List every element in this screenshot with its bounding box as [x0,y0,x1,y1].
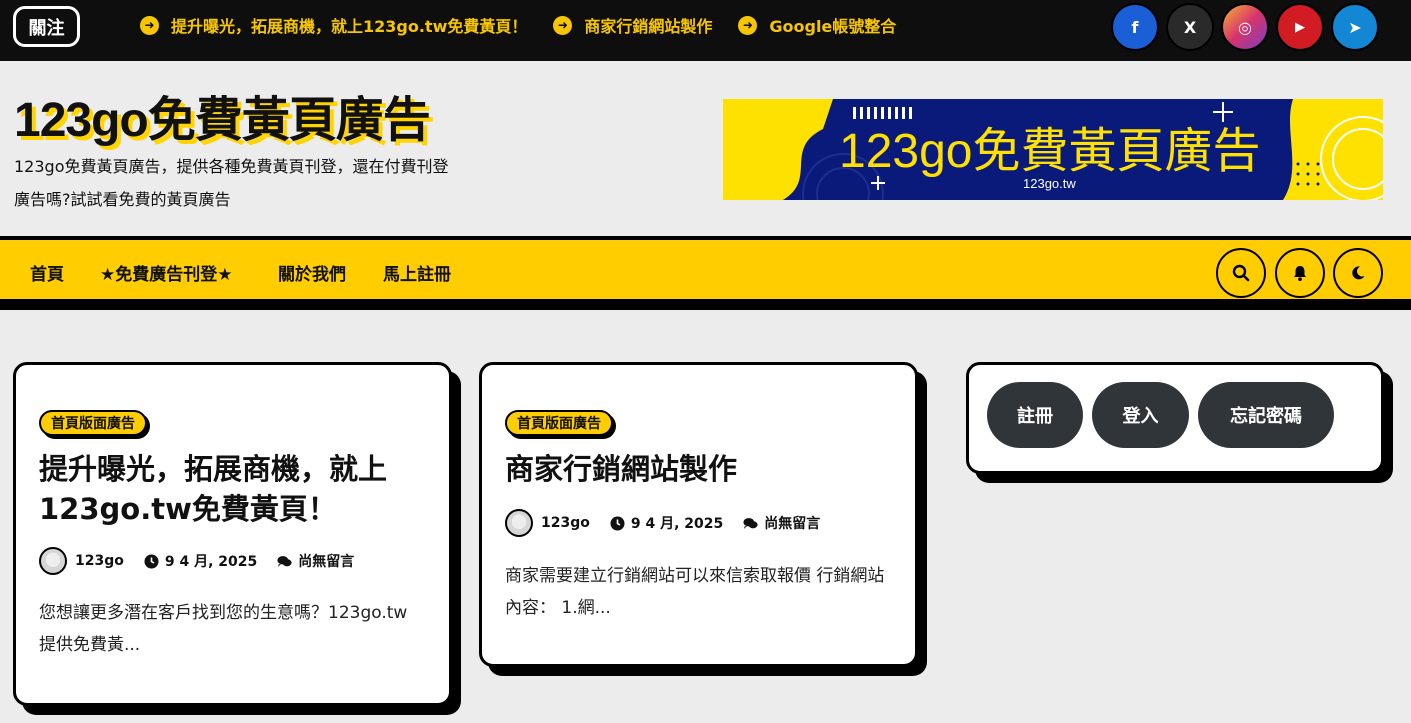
post-date[interactable]: 9 4 月, 2025 [165,551,257,571]
dark-mode-toggle[interactable] [1333,248,1383,298]
register-button[interactable]: 註冊 [987,382,1083,448]
comments-icon [743,516,758,531]
login-button[interactable]: 登入 [1092,382,1189,448]
ticker-item[interactable]: ➜ Google帳號整合 [738,13,896,37]
nav-item-about[interactable]: 關於我們 [278,260,346,285]
post-excerpt: 您想讓更多潛在客戶找到您的生意嗎？123go.tw提供免費黃... [39,603,408,655]
facebook-icon[interactable]: f [1111,3,1159,51]
banner-url: 123go.tw [1023,176,1076,191]
clock-icon [610,516,625,531]
ticker-item-label: 提升曝光，拓展商機，就上123go.tw免費黃頁！ [171,17,528,36]
ticker-item[interactable]: ➜ 提升曝光，拓展商機，就上123go.tw免費黃頁！ [140,13,527,37]
arrow-right-icon: ➜ [738,15,758,35]
moon-icon [1352,266,1365,280]
ticker-item-label: Google帳號整合 [769,17,897,36]
post-card[interactable]: 首頁版面廣告 提升曝光，拓展商機，就上123go.tw免費黃頁！ 123go 9… [13,362,452,706]
clock-icon [144,554,159,569]
youtube-icon[interactable]: ▶ [1276,3,1324,51]
instagram-icon[interactable]: ◎ [1221,3,1269,51]
notification-button[interactable] [1275,248,1325,298]
nav-item-home[interactable]: 首頁 [30,260,64,285]
social-links: f X ◎ ▶ ➤ [1111,3,1386,51]
category-badge[interactable]: 首頁版面廣告 [505,410,613,436]
post-title[interactable]: 提升曝光，拓展商機，就上123go.tw免費黃頁！ [39,449,429,529]
post-date[interactable]: 9 4 月, 2025 [631,513,723,533]
ticker-item[interactable]: ➜ 商家行銷網站製作 [553,13,712,37]
banner-title: 123go免費黃頁廣告 [839,125,1260,178]
avatar[interactable] [505,509,533,537]
search-icon [1232,264,1250,282]
arrow-right-icon: ➜ [140,15,159,35]
telegram-icon[interactable]: ➤ [1331,3,1379,51]
header-banner[interactable]: 123go免費黃頁廣告 123go.tw [723,99,1383,200]
comments-icon [277,554,292,569]
avatar[interactable] [39,547,67,575]
news-ticker: ➜ 提升曝光，拓展商機，就上123go.tw免費黃頁！ ➜ 商家行銷網站製作 ➜… [140,0,920,50]
bell-icon [1294,266,1306,281]
post-author[interactable]: 123go [75,553,124,569]
post-title[interactable]: 商家行銷網站製作 [505,449,895,489]
nav-item-register[interactable]: 馬上註冊 [383,260,451,285]
forgot-password-button[interactable]: 忘記密碼 [1198,382,1334,448]
post-card[interactable]: 首頁版面廣告 商家行銷網站製作 123go 9 4 月, 2025 尚無留言 商… [479,362,918,667]
auth-widget: 註冊 登入 忘記密碼 [966,362,1384,474]
search-button[interactable] [1216,248,1266,298]
site-description: 123go免費黃頁廣告，提供各種免費黃頁刊登，還在付費刊登廣告嗎?試試看免費的黃… [14,157,449,209]
site-title[interactable]: 123go免費黃頁廣告 [14,80,431,150]
top-bar: 關注 ➜ 提升曝光，拓展商機，就上123go.tw免費黃頁！ ➜ 商家行銷網站製… [0,0,1411,61]
banner-graphic: 123go免費黃頁廣告 123go.tw [723,99,1383,200]
post-meta: 123go 9 4 月, 2025 尚無留言 [505,509,820,537]
arrow-right-icon: ➜ [553,15,573,35]
nav-item-free-ad[interactable]: ★免費廣告刊登★ [100,260,232,285]
x-icon[interactable]: X [1166,3,1214,51]
category-badge[interactable]: 首頁版面廣告 [39,410,147,436]
post-excerpt: 商家需要建立行銷網站可以來信索取報價 行銷網站內容： 1.網... [505,566,885,618]
post-comments[interactable]: 尚無留言 [298,551,354,571]
main-nav: 首頁 ★免費廣告刊登★ 關於我們 馬上註冊 [0,236,1411,310]
follow-button[interactable]: 關注 [13,6,80,47]
ticker-item-label: 商家行銷網站製作 [584,17,713,36]
post-meta: 123go 9 4 月, 2025 尚無留言 [39,547,354,575]
post-comments[interactable]: 尚無留言 [764,513,820,533]
post-author[interactable]: 123go [541,515,590,531]
